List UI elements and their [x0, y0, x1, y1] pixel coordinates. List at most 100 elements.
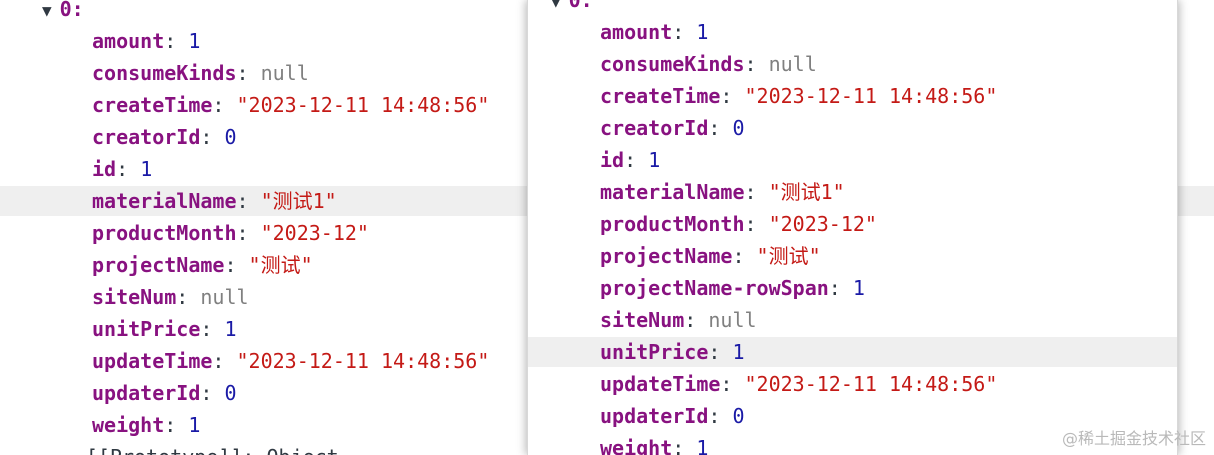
property-value: "2023-12"	[768, 212, 877, 236]
property-key: productMonth	[600, 212, 745, 236]
property-value: 1	[648, 148, 661, 172]
property-key: productMonth	[92, 221, 237, 245]
property-row[interactable]: projectName: "测试"	[528, 241, 1177, 271]
property-colon: :	[708, 116, 733, 140]
property-key: updaterId	[600, 404, 709, 428]
property-key: creatorId	[600, 116, 709, 140]
property-colon: :	[732, 244, 757, 268]
property-colon: :	[212, 93, 237, 117]
property-row[interactable]: createTime: "2023-12-11 14:48:56"	[528, 81, 1177, 111]
property-colon: :	[200, 125, 225, 149]
property-key: creatorId	[92, 125, 201, 149]
property-value: "2023-12"	[260, 221, 369, 245]
property-value: 1	[140, 157, 153, 181]
property-key: materialName	[92, 189, 237, 213]
property-colon: :	[164, 413, 189, 437]
property-value: 0	[224, 125, 237, 149]
property-value: null	[260, 61, 309, 85]
watermark: @稀土掘金技术社区	[1061, 429, 1206, 448]
property-key: updateTime	[92, 349, 213, 373]
property-key: id	[600, 148, 625, 172]
property-value: "2023-12-11 14:48:56"	[744, 372, 998, 396]
property-colon: :	[744, 52, 769, 76]
property-row[interactable]: updateTime: "2023-12-11 14:48:56"	[528, 369, 1177, 399]
property-row[interactable]: siteNum: null	[528, 305, 1177, 335]
property-colon: :	[672, 20, 697, 44]
property-value: 1	[696, 20, 709, 44]
property-colon: :	[708, 340, 733, 364]
property-colon: :	[200, 381, 225, 405]
property-colon: :	[672, 436, 697, 455]
property-key: projectName	[92, 253, 225, 277]
property-colon: :	[236, 221, 261, 245]
triangle-right-icon[interactable]: ▶	[68, 446, 76, 455]
property-value: null	[708, 308, 757, 332]
console-object-tree-right: ▼ 0: amount: 1 consumeKinds: null createTime…	[527, 0, 1178, 455]
property-value: 1	[696, 436, 709, 455]
object-index-label: 0:	[568, 0, 593, 12]
property-key: amount	[600, 20, 673, 44]
property-row[interactable]: materialName: "测试1"	[528, 177, 1177, 207]
property-key: unitPrice	[92, 317, 201, 341]
object-index-row[interactable]: ▼ 0:	[528, 0, 1177, 15]
property-colon: :	[720, 372, 745, 396]
property-value: 0	[224, 381, 237, 405]
property-colon: :	[708, 404, 733, 428]
property-colon: :	[116, 157, 141, 181]
property-value: 1	[188, 413, 201, 437]
prototype-label: [[Prototype]]: Object	[86, 445, 339, 455]
property-colon: :	[744, 180, 769, 204]
property-key: updaterId	[92, 381, 201, 405]
triangle-down-icon[interactable]: ▼	[42, 0, 52, 26]
property-row[interactable]: consumeKinds: null	[528, 49, 1177, 79]
property-colon: :	[720, 84, 745, 108]
property-key: siteNum	[600, 308, 685, 332]
property-key: unitPrice	[600, 340, 709, 364]
property-row[interactable]: creatorId: 0	[528, 113, 1177, 143]
property-value: 1	[188, 29, 201, 53]
property-key: projectName-rowSpan	[600, 276, 829, 300]
property-value: null	[768, 52, 817, 76]
property-key: materialName	[600, 180, 745, 204]
property-colon: :	[744, 212, 769, 236]
property-value: "测试1"	[768, 180, 845, 204]
property-key: id	[92, 157, 117, 181]
property-key: createTime	[600, 84, 721, 108]
property-colon: :	[236, 189, 261, 213]
property-key: siteNum	[92, 285, 177, 309]
property-colon: :	[684, 308, 709, 332]
property-row[interactable]: id: 1	[528, 145, 1177, 175]
property-colon: :	[164, 29, 189, 53]
property-row[interactable]: productMonth: "2023-12"	[528, 209, 1177, 239]
property-colon: :	[212, 349, 237, 373]
property-colon: :	[176, 285, 201, 309]
property-key: consumeKinds	[600, 52, 745, 76]
property-value: 0	[732, 404, 745, 428]
property-key: createTime	[92, 93, 213, 117]
property-value: "2023-12-11 14:48:56"	[236, 349, 490, 373]
property-value: "2023-12-11 14:48:56"	[236, 93, 490, 117]
property-value: 1	[732, 340, 745, 364]
property-value: 0	[732, 116, 745, 140]
property-row[interactable]: unitPrice: 1	[528, 337, 1177, 367]
property-key: consumeKinds	[92, 61, 237, 85]
property-value: "测试1"	[260, 189, 337, 213]
property-colon: :	[236, 61, 261, 85]
property-value: "2023-12-11 14:48:56"	[744, 84, 998, 108]
property-value: 1	[852, 276, 865, 300]
object-index-label: 0:	[59, 0, 84, 21]
property-key: weight	[92, 413, 165, 437]
property-value: null	[200, 285, 249, 309]
property-colon: :	[200, 317, 225, 341]
property-key: amount	[92, 29, 165, 53]
property-row[interactable]: projectName-rowSpan: 1	[528, 273, 1177, 303]
property-value: "测试"	[248, 253, 313, 277]
property-colon: :	[828, 276, 853, 300]
property-key: weight	[600, 436, 673, 455]
property-row[interactable]: amount: 1	[528, 17, 1177, 47]
property-value: "测试"	[756, 244, 821, 268]
property-value: 1	[224, 317, 237, 341]
property-colon: :	[624, 148, 649, 172]
triangle-down-icon[interactable]: ▼	[551, 0, 561, 17]
property-key: projectName	[600, 244, 733, 268]
